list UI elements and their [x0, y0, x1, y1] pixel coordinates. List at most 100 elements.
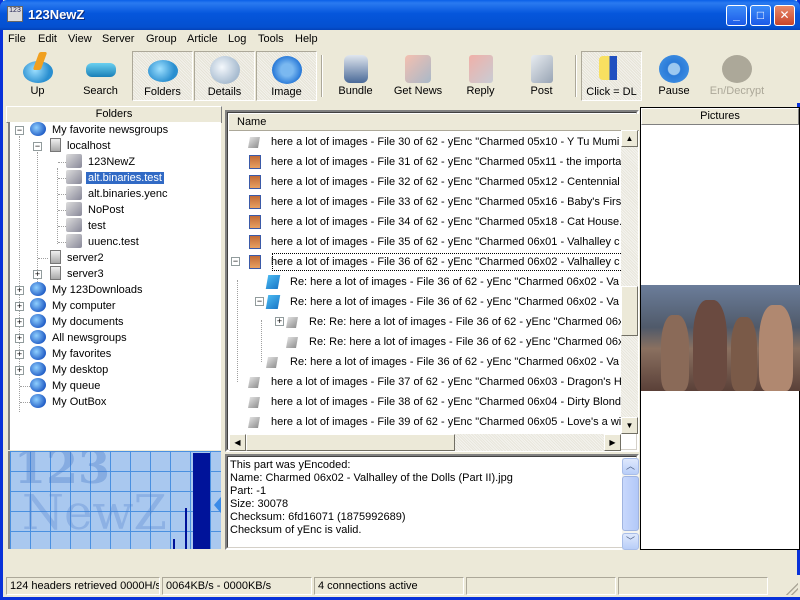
- message-row[interactable]: here a lot of images - File 32 of 62 - y…: [229, 172, 623, 192]
- menu-server[interactable]: Server: [102, 33, 134, 45]
- scroll-up-button[interactable]: ▲: [621, 130, 638, 147]
- resize-grip[interactable]: [786, 583, 798, 595]
- picture-figure: [731, 317, 757, 391]
- preview-scrollbar[interactable]: ︿ ﹀: [622, 458, 639, 550]
- tree-item-server2[interactable]: server2: [48, 250, 106, 266]
- menu-help[interactable]: Help: [295, 33, 318, 45]
- collapse-toggle[interactable]: −: [231, 257, 240, 266]
- menu-log[interactable]: Log: [228, 33, 246, 45]
- collapse-toggle[interactable]: −: [15, 126, 24, 135]
- tree-item-my-favorites[interactable]: My favorites: [30, 346, 113, 362]
- collapse-toggle[interactable]: −: [255, 297, 264, 306]
- tree-item-my-computer[interactable]: My computer: [30, 298, 118, 314]
- tree-item-123newz[interactable]: 123NewZ: [66, 154, 137, 170]
- reply-button[interactable]: Reply: [453, 51, 508, 101]
- bundle-button[interactable]: Bundle: [328, 51, 383, 101]
- tree-item-my-queue[interactable]: My queue: [30, 378, 102, 394]
- pause-button[interactable]: Pause: [648, 51, 700, 101]
- post-button[interactable]: Post: [514, 51, 569, 101]
- close-button[interactable]: ✕: [774, 5, 795, 26]
- folders-button[interactable]: Folders: [132, 51, 193, 101]
- tree-item-server3[interactable]: server3: [48, 266, 106, 282]
- tree-item-my-documents[interactable]: My documents: [30, 314, 126, 330]
- globe-icon: [30, 122, 46, 136]
- collapse-toggle[interactable]: −: [33, 142, 42, 151]
- thread-line: [237, 280, 238, 382]
- message-row[interactable]: Re: Re: here a lot of images - File 36 o…: [229, 332, 623, 352]
- minimize-button[interactable]: _: [726, 5, 747, 26]
- tree-item-nopost[interactable]: NoPost: [66, 202, 126, 218]
- menu-article[interactable]: Article: [187, 33, 218, 45]
- tree-item-my-outbox[interactable]: My OutBox: [30, 394, 108, 410]
- maximize-button[interactable]: □: [750, 5, 771, 26]
- picture-figure: [693, 300, 727, 391]
- scroll-right-button[interactable]: ▶: [604, 434, 621, 451]
- scroll-thumb[interactable]: [621, 286, 638, 336]
- scroll-down-button[interactable]: ﹀: [622, 533, 639, 550]
- tree-item-alt-binaries-test[interactable]: alt.binaries.test: [66, 170, 164, 186]
- menu-group[interactable]: Group: [146, 33, 177, 45]
- tree-item-my-123downloads[interactable]: My 123Downloads: [30, 282, 145, 298]
- article-preview[interactable]: This part was yEncoded: Name: Charmed 06…: [225, 454, 639, 550]
- get-news-button[interactable]: Get News: [389, 51, 447, 101]
- message-row[interactable]: here a lot of images - File 39 of 62 - y…: [229, 412, 623, 432]
- message-subject: here a lot of images - File 34 of 62 - y…: [271, 216, 623, 228]
- horizontal-scrollbar[interactable]: ◀ ▶: [229, 434, 621, 451]
- image-button[interactable]: Image: [256, 51, 317, 101]
- scroll-down-button[interactable]: ▼: [621, 417, 638, 434]
- expand-toggle[interactable]: +: [15, 350, 24, 359]
- scroll-thumb[interactable]: [622, 476, 639, 531]
- message-subject: Re: here a lot of images - File 36 of 62…: [290, 276, 619, 288]
- column-header-name[interactable]: Name: [229, 114, 639, 131]
- menu-view[interactable]: View: [68, 33, 92, 45]
- server-icon: [50, 138, 61, 152]
- message-row[interactable]: Re: here a lot of images - File 36 of 62…: [229, 272, 623, 292]
- message-row[interactable]: here a lot of images - File 38 of 62 - y…: [229, 392, 623, 412]
- picture-thumbnail[interactable]: [641, 285, 800, 391]
- message-row[interactable]: here a lot of images - File 31 of 62 - y…: [229, 152, 623, 172]
- details-button[interactable]: Details: [194, 51, 255, 101]
- up-button[interactable]: Up: [10, 51, 65, 101]
- tree-item-my-desktop[interactable]: My desktop: [30, 362, 110, 378]
- message-row[interactable]: − Re: here a lot of images - File 36 of 6…: [229, 292, 623, 312]
- globe-icon: [30, 298, 46, 312]
- vertical-scrollbar[interactable]: ▲ ▼: [621, 130, 638, 434]
- title-bar[interactable]: 123 123NewZ _ □ ✕: [0, 0, 800, 30]
- message-row[interactable]: here a lot of images - File 30 of 62 - y…: [229, 132, 623, 152]
- expand-toggle[interactable]: +: [15, 334, 24, 343]
- app-icon[interactable]: 123: [7, 6, 23, 22]
- expand-toggle[interactable]: +: [15, 366, 24, 375]
- message-row[interactable]: here a lot of images - File 34 of 62 - y…: [229, 212, 623, 232]
- tree-item-label: server3: [67, 268, 104, 280]
- message-row[interactable]: Re: here a lot of images - File 36 of 62…: [229, 352, 623, 372]
- tree-item-my-favorite-newsgroups[interactable]: My favorite newsgroups: [30, 122, 170, 138]
- tree-item-all-newsgroups[interactable]: All newsgroups: [30, 330, 129, 346]
- menu-edit[interactable]: Edit: [38, 33, 57, 45]
- menu-tools[interactable]: Tools: [258, 33, 284, 45]
- expand-toggle[interactable]: +: [275, 317, 284, 326]
- tree-item-alt-binaries-yenc[interactable]: alt.binaries.yenc: [66, 186, 170, 202]
- tree-item-localhost[interactable]: localhost: [48, 138, 112, 154]
- message-row[interactable]: here a lot of images - File 35 of 62 - y…: [229, 232, 623, 252]
- menu-file[interactable]: File: [8, 33, 26, 45]
- tree-item-test[interactable]: test: [66, 218, 108, 234]
- tree-line: [58, 178, 66, 179]
- expand-toggle[interactable]: +: [33, 270, 42, 279]
- tree-item-uuenc-test[interactable]: uuenc.test: [66, 234, 141, 250]
- expand-toggle[interactable]: +: [15, 286, 24, 295]
- running-man-icon: [598, 56, 625, 80]
- click-download-button[interactable]: Click = DL: [581, 51, 642, 101]
- search-button[interactable]: Search: [73, 51, 128, 101]
- expand-toggle[interactable]: +: [15, 318, 24, 327]
- globe-icon: [30, 314, 46, 328]
- scroll-up-button[interactable]: ︿: [622, 458, 639, 475]
- en-decrypt-button[interactable]: En/Decrypt: [703, 51, 771, 101]
- scroll-thumb[interactable]: [246, 434, 455, 451]
- message-row[interactable]: here a lot of images - File 33 of 62 - y…: [229, 192, 623, 212]
- message-row[interactable]: − here a lot of images - File 36 of 62 - …: [229, 252, 623, 272]
- expand-toggle[interactable]: +: [15, 302, 24, 311]
- message-row[interactable]: here a lot of images - File 37 of 62 - y…: [229, 372, 623, 392]
- message-row[interactable]: + Re: Re: here a lot of images - File 36 …: [229, 312, 623, 332]
- scroll-left-button[interactable]: ◀: [229, 434, 246, 451]
- tree-item-label: uuenc.test: [88, 236, 139, 248]
